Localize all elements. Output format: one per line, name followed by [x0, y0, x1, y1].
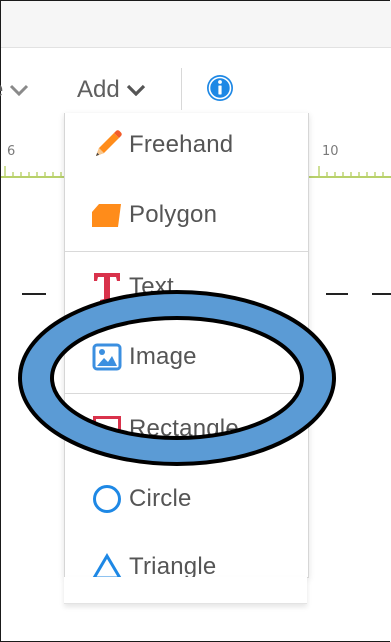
- menu-item-polygon[interactable]: Polygon: [65, 185, 308, 245]
- menu-item-circle[interactable]: Circle: [65, 469, 308, 529]
- ruler-label: 6: [7, 144, 16, 159]
- menu-item-rectangle[interactable]: Rectangle: [65, 399, 308, 459]
- menu-item-text[interactable]: Text: [65, 257, 308, 317]
- menu-item-label: Text: [129, 273, 174, 300]
- ruler-label: 10: [322, 144, 339, 159]
- add-dropdown-label: Add: [77, 76, 120, 103]
- polygon-icon: [87, 197, 127, 233]
- menu-bottom-edge: [64, 577, 307, 604]
- menu-item-label: Image: [129, 343, 197, 370]
- rectangle-icon: [87, 411, 127, 447]
- dashed-guide-segment: [372, 293, 391, 295]
- chevron-down-icon: [126, 84, 145, 96]
- dashed-guide-segment: [326, 293, 348, 295]
- menu-separator: [65, 393, 308, 394]
- menu-item-label: Triangle: [129, 553, 217, 578]
- menu-item-image[interactable]: Image: [65, 327, 308, 387]
- add-dropdown-button[interactable]: Add: [77, 73, 146, 107]
- menu-item-freehand[interactable]: Freehand: [65, 115, 308, 175]
- title-bar: [1, 1, 391, 48]
- add-dropdown-menu: Freehand Polygon Text Image Rectangle Ci…: [64, 113, 309, 578]
- menu-item-label: Polygon: [129, 201, 218, 228]
- text-icon: [87, 269, 127, 305]
- pencil-icon: [87, 127, 127, 163]
- chevron-down-icon: [10, 84, 29, 96]
- menu-item-label: Circle: [129, 485, 192, 512]
- image-icon: [87, 339, 127, 375]
- triangle-icon: [87, 549, 127, 577]
- toolbar-dropdown-partial-label: e: [0, 76, 3, 104]
- toolbar-dropdown-partial[interactable]: e: [0, 73, 46, 107]
- menu-separator: [65, 251, 308, 252]
- info-icon[interactable]: [206, 74, 234, 102]
- menu-item-triangle[interactable]: Triangle: [65, 537, 308, 578]
- toolbar-separator: [181, 68, 182, 110]
- circle-icon: [87, 481, 127, 517]
- dashed-guide-segment: [22, 293, 46, 295]
- menu-item-label: Freehand: [129, 131, 234, 158]
- menu-item-label: Rectangle: [129, 415, 239, 442]
